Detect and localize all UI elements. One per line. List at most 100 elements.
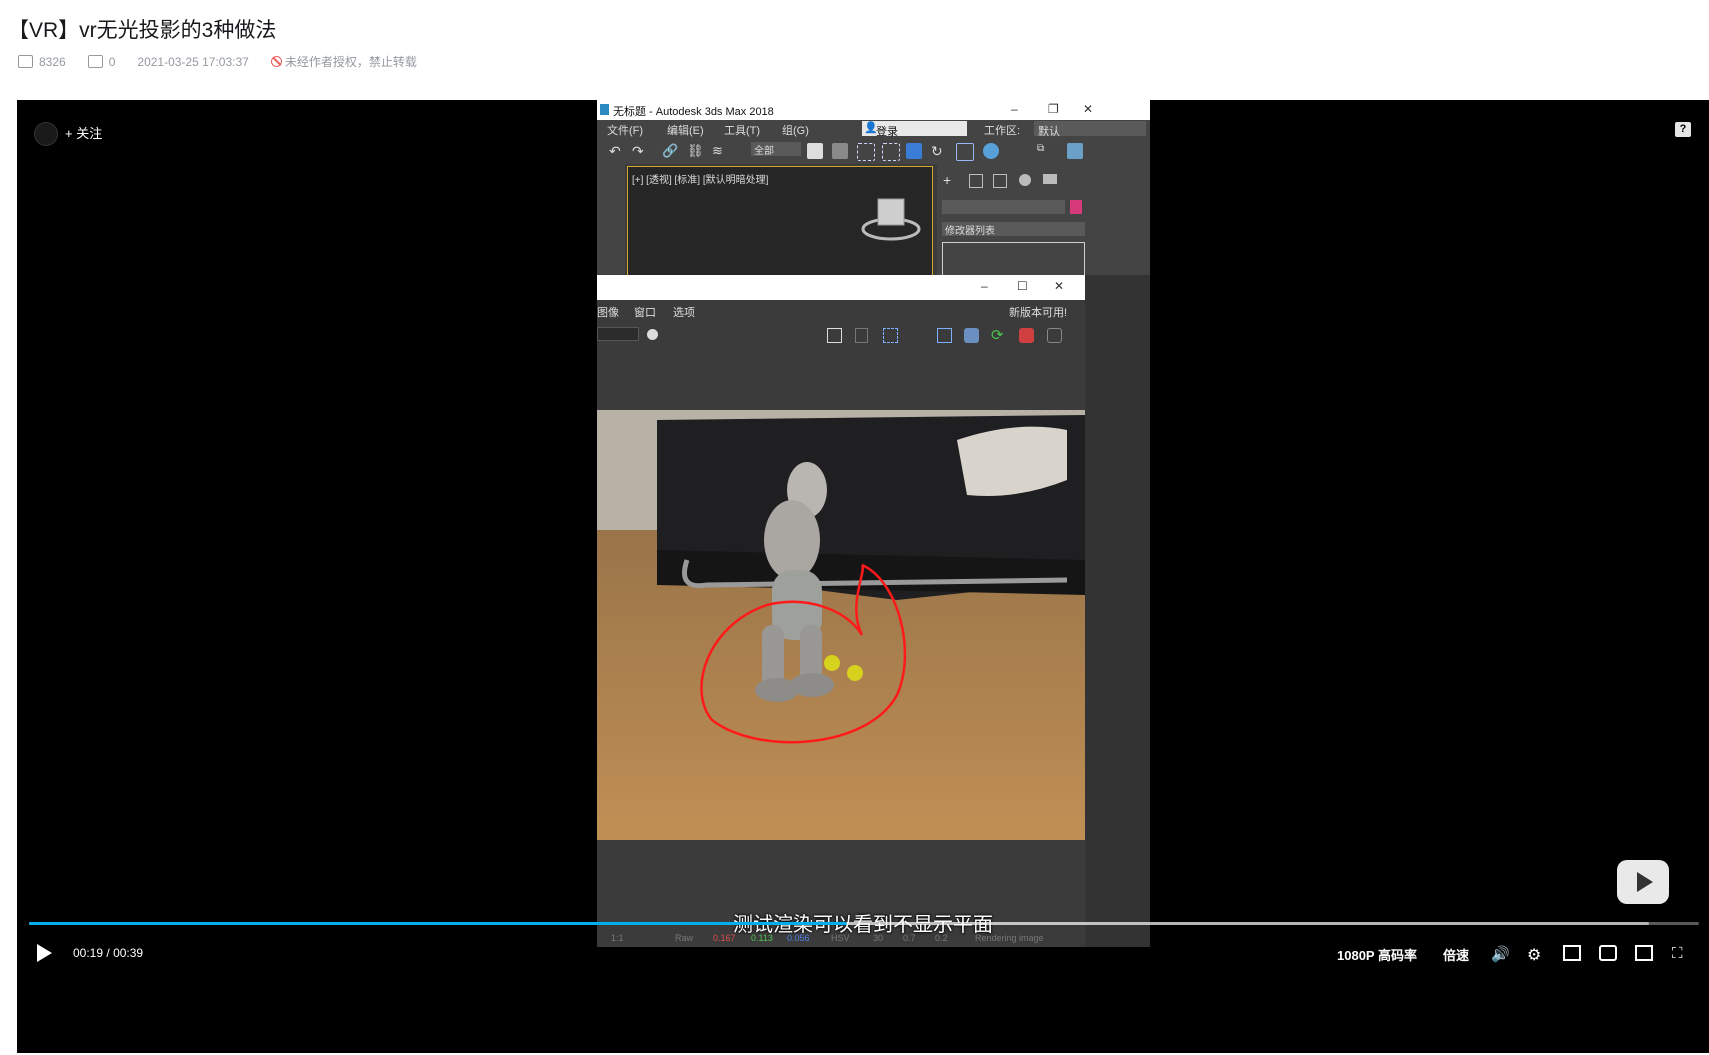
uploader-avatar[interactable] xyxy=(34,122,58,146)
menu-file: 文件(F) xyxy=(607,125,644,137)
widescreen-icon[interactable] xyxy=(1599,945,1617,961)
vfb-update-notice: 新版本可用! xyxy=(1009,307,1068,319)
vfb-menu-image: 图像 xyxy=(597,307,619,319)
frame-buffer-menu: 图像 窗口 选项 新版本可用! xyxy=(597,300,1085,320)
time-current: 00:19 xyxy=(73,946,104,960)
layers-icon xyxy=(964,328,979,343)
object-color-swatch xyxy=(1070,200,1082,214)
quality-button[interactable]: 1080P 高码率 xyxy=(1337,945,1417,964)
rotate-icon: ↻ xyxy=(931,143,943,159)
frame-buffer-toolbar: ⟳ xyxy=(597,320,1085,350)
help-icon[interactable]: ? xyxy=(1675,122,1691,137)
app-logo-icon xyxy=(600,104,609,115)
publish-datetime: 2021-03-25 17:03:37 xyxy=(137,54,249,69)
control-bar: 00:19 / 00:39 1080P 高码率 倍速 🔊 ⚙ ⛶ xyxy=(17,938,1709,968)
snap-icon xyxy=(983,143,999,159)
select-by-name-icon xyxy=(832,143,848,159)
viewport-label: [+] [透视] [标准] [默认明暗处理] xyxy=(632,175,769,186)
perspective-viewport: [+] [透视] [标准] [默认明暗处理] xyxy=(627,166,933,276)
minimize-icon: – xyxy=(1011,102,1018,116)
workspace-value: 默认 xyxy=(1038,126,1060,138)
time-separator: / xyxy=(106,946,110,960)
app-main-toolbar: ↶ ↷ 🔗 ⛓ ≋ 全部 ↻ ⧉ xyxy=(597,138,1150,164)
display-tab-icon xyxy=(1043,174,1057,184)
menu-tools: 工具(T) xyxy=(724,125,761,137)
bind-spacewarp-icon: ≋ xyxy=(712,143,723,158)
follow-button[interactable]: + 关注 xyxy=(65,123,102,142)
channel-dropdown xyxy=(597,327,639,341)
video-meta: 8326 0 2021-03-25 17:03:37 未经作者授权，禁止转载 xyxy=(18,53,417,70)
selection-filter-label: 全部 xyxy=(754,146,774,157)
login-dropdown: 👤 登录 xyxy=(862,121,967,138)
color-wheel-icon xyxy=(647,329,658,340)
copyright-notice: 未经作者授权，禁止转载 xyxy=(270,53,417,70)
stop-render-icon xyxy=(1019,328,1034,343)
vfb-close-icon: ✕ xyxy=(1054,279,1065,293)
pip-icon[interactable] xyxy=(1563,945,1581,961)
login-label: 登录 xyxy=(876,126,898,138)
video-frame: 无标题 - Autodesk 3ds Max 2018 – ❐ ✕ 文件(F) … xyxy=(597,100,1150,947)
link-icon: 🔗 xyxy=(662,143,679,158)
move-icon xyxy=(906,143,922,159)
vfb-menu-window: 窗口 xyxy=(634,307,656,319)
bilibili-tv-icon[interactable] xyxy=(1617,860,1669,904)
app-menu-bar: 文件(F) 编辑(E) 工具(T) 组(G) 👤 登录 工作区: 默认 xyxy=(597,120,1150,138)
copy-icon: ⧉ xyxy=(1037,143,1045,154)
modifier-list-dropdown: 修改器列表 xyxy=(942,222,1085,237)
menu-group: 组(G) xyxy=(782,125,809,137)
select-object-icon xyxy=(807,143,823,159)
teapot-render-icon xyxy=(1047,328,1062,343)
settings-icon[interactable]: ⚙ xyxy=(1527,945,1545,964)
window-crossing-icon xyxy=(882,143,900,161)
frame-buffer-side-rail xyxy=(1085,275,1150,947)
forbidden-icon xyxy=(270,56,282,67)
play-count: 8326 xyxy=(39,54,66,69)
restore-icon: ❐ xyxy=(1048,102,1059,116)
workspace-label: 工作区: xyxy=(984,125,1021,137)
progress-bar[interactable] xyxy=(29,922,1699,925)
app-title-bar: 无标题 - Autodesk 3ds Max 2018 – ❐ ✕ xyxy=(597,100,1150,120)
modifier-list-label: 修改器列表 xyxy=(945,226,995,237)
create-panel-strip xyxy=(597,164,625,274)
video-player[interactable]: + 关注 ? 无标题 - Autodesk 3ds Max 2018 – ❐ ✕… xyxy=(17,100,1709,1053)
refresh-render-icon: ⟳ xyxy=(991,327,1004,344)
vfb-menu-options: 选项 xyxy=(673,307,695,319)
app-window-title: 无标题 - Autodesk 3ds Max 2018 xyxy=(613,106,774,118)
rect-select-icon xyxy=(857,143,875,161)
load-image-icon xyxy=(855,328,868,343)
motion-tab-icon xyxy=(1019,174,1031,186)
undo-icon: ↶ xyxy=(609,143,621,159)
play-count-icon xyxy=(18,55,33,68)
time-total: 00:39 xyxy=(113,946,144,960)
unlink-icon: ⛓ xyxy=(687,143,704,158)
vfb-maximize-icon: ☐ xyxy=(1017,279,1028,293)
hierarchy-tab-icon xyxy=(993,174,1007,188)
video-title: 【VR】vr无光投影的3种做法 xyxy=(8,19,277,42)
close-icon: ✕ xyxy=(1083,102,1094,116)
redo-icon: ↷ xyxy=(632,143,644,159)
vfb-minimize-icon: – xyxy=(981,279,988,293)
frame-icon xyxy=(937,328,952,343)
scale-icon xyxy=(956,143,974,161)
modify-tab-icon xyxy=(969,174,983,188)
fullscreen-icon[interactable]: ⛶ xyxy=(1672,945,1690,962)
menu-edit: 编辑(E) xyxy=(667,125,704,137)
danmaku-count-icon xyxy=(87,55,103,68)
create-tab-icon: + xyxy=(943,172,952,188)
play-icon[interactable] xyxy=(37,944,52,962)
workspace-dropdown: 默认 xyxy=(1034,121,1146,138)
danmaku-count: 0 xyxy=(108,54,116,69)
viewcube-icon xyxy=(861,198,921,241)
web-fullscreen-icon[interactable] xyxy=(1635,945,1653,961)
time-display: 00:19 / 00:39 xyxy=(73,946,143,960)
region-render-icon xyxy=(883,328,898,343)
volume-icon[interactable]: 🔊 xyxy=(1491,945,1510,963)
rendered-image xyxy=(597,410,1085,840)
progress-played xyxy=(29,922,848,925)
selection-filter: 全部 xyxy=(751,142,801,157)
frame-buffer-title-bar: – ☐ ✕ xyxy=(597,275,1150,300)
speed-button[interactable]: 倍速 xyxy=(1443,945,1469,964)
save-image-icon xyxy=(827,328,842,343)
render-setup-icon xyxy=(1067,143,1083,159)
copyright-text: 未经作者授权，禁止转载 xyxy=(284,55,417,69)
